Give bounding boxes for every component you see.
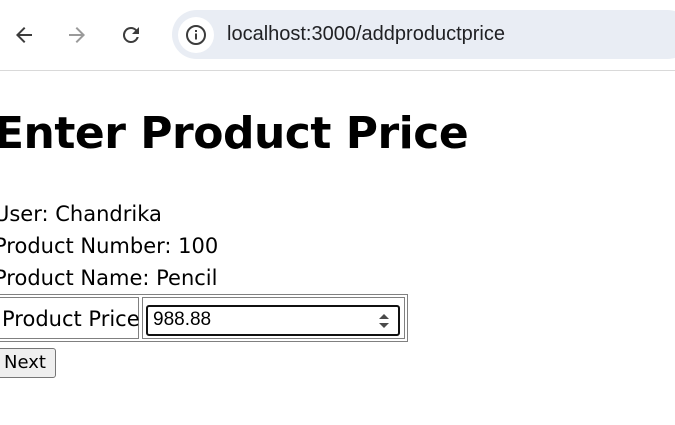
info-icon [186,25,206,45]
url-text[interactable]: localhost:3000/addproductprice [227,23,505,46]
next-button[interactable]: Next [0,348,56,378]
page-title: Enter Product Price [0,108,469,159]
forward-button[interactable] [57,15,97,55]
number-spinner-icon[interactable] [378,311,390,331]
price-label-cell: Product Price [0,297,140,339]
user-line: User: Chandrika [0,202,162,226]
browser-toolbar: localhost:3000/addproductprice [0,0,675,71]
price-table: Product Price 988.88 [0,294,408,342]
site-info-button[interactable] [178,17,214,53]
price-label: Product Price [2,307,140,331]
reload-icon [122,26,139,43]
product-number-line: Product Number: 100 [0,234,219,258]
address-bar[interactable]: localhost:3000/addproductprice [172,10,675,59]
price-input[interactable]: 988.88 [146,305,400,336]
price-input-cell: 988.88 [142,297,405,339]
back-arrow-icon [16,27,32,43]
product-name-line: Product Name: Pencil [0,266,218,290]
reload-button[interactable] [111,15,151,55]
price-input-value[interactable]: 988.88 [153,309,211,331]
back-button[interactable] [4,15,44,55]
forward-arrow-icon [69,27,85,43]
